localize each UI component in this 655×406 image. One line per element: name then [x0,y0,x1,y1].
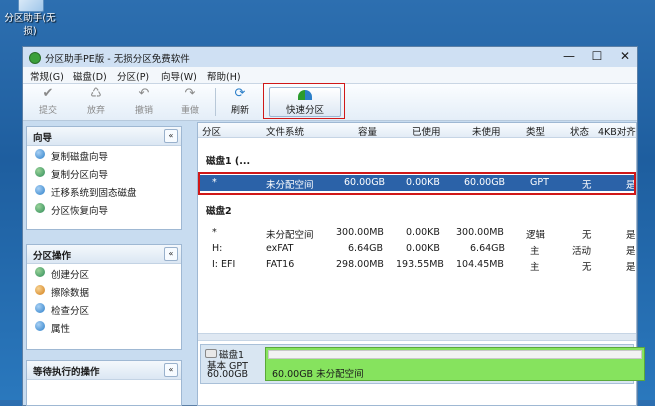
col-filesystem[interactable]: 文件系统 [266,124,304,138]
hard-disk-icon [205,349,217,358]
partition-ops-panel: 分区操作 « 创建分区 擦除数据 检查分区 属性 [26,244,182,350]
window-title: 分区助手PE版 - 无损分区免费软件 [45,54,190,65]
undo-button[interactable]: ↶ 撤销 [127,86,161,118]
discard-button[interactable]: ♺ 放弃 [79,86,113,118]
menu-bar: 常规(G) 磁盘(D) 分区(P) 向导(W) 帮助(H) [23,67,637,84]
selected-row-highlight [198,172,636,195]
refresh-icon: ⟳ [234,86,246,101]
col-4kb-aligned[interactable]: 4KB对齐 [598,124,636,138]
refresh-button[interactable]: ⟳ 刷新 [223,86,257,118]
copy-partition-icon [35,167,45,177]
minimize-button[interactable]: — [555,47,583,67]
menu-wizard[interactable]: 向导(W) [161,69,197,83]
col-used[interactable]: 已使用 [412,124,441,138]
disk-map-size: 60.00GB [207,369,249,380]
properties-icon [35,321,45,331]
usage-stripe [268,350,642,359]
undo-icon: ↶ [138,86,150,101]
table-row[interactable]: H: exFAT 6.64GB 0.00KB 6.64GB 主 活动 是 [198,241,636,257]
collapse-icon[interactable]: « [164,247,178,261]
partition-ops-panel-header: 分区操作 « [27,245,181,264]
redo-button[interactable]: ↷ 重做 [173,86,207,118]
disk2-label[interactable]: 磁盘2 [206,203,232,217]
discard-icon: ♺ [90,86,102,101]
op-wipe-data[interactable]: 擦除数据 [27,282,181,300]
disk-map: 磁盘1 基本 GPT 60.00GB 60.00GB 未分配空间 [200,344,645,384]
collapse-icon[interactable]: « [164,129,178,143]
col-partition[interactable]: 分区 [202,124,221,138]
partition-block-label: 60.00GB 未分配空间 [272,369,364,380]
submit-button[interactable]: ✔ 提交 [31,86,65,118]
pending-ops-panel-header: 等待执行的操作 « [27,361,181,380]
col-free[interactable]: 未使用 [472,124,501,138]
checkmark-icon: ✔ [42,86,54,101]
app-logo-icon [29,52,41,64]
col-type[interactable]: 类型 [526,124,545,138]
table-row[interactable]: I: EFI FAT16 298.00MB 193.55MB 104.45MB … [198,257,636,273]
table-row[interactable]: * 未分配空间 300.00MB 0.00KB 300.00MB 逻辑 无 是 [198,225,636,241]
disk1-label[interactable]: 磁盘1 (... [206,153,250,167]
menu-general[interactable]: 常规(G) [30,69,64,83]
partition-ops-panel-title: 分区操作 [33,251,72,262]
partition-assistant-icon [18,0,44,12]
menu-disk[interactable]: 磁盘(D) [73,69,107,83]
wizard-item-copy-partition[interactable]: 复制分区向导 [27,164,181,182]
wizard-panel-header: 向导 « [27,127,181,146]
migrate-os-icon [35,185,45,195]
quick-partition-icon [298,90,312,100]
wipe-data-icon [35,285,45,295]
pending-ops-panel: 等待执行的操作 « [26,360,182,406]
disk-map-info[interactable]: 磁盘1 基本 GPT 60.00GB [203,347,261,381]
partition-table-area: 分区 文件系统 容量 已使用 未使用 类型 状态 4KB对齐 磁盘1 (... … [197,122,645,406]
pane-splitter[interactable] [198,333,636,341]
close-button[interactable]: ✕ [611,47,639,67]
wizard-item-migrate-os[interactable]: 迁移系统到固态磁盘 [27,182,181,200]
desktop-shortcut[interactable]: 分区助手(无损) [0,0,60,40]
pending-ops-panel-title: 等待执行的操作 [33,367,100,378]
maximize-button[interactable]: ☐ [583,47,611,67]
wizard-panel-title: 向导 [33,133,53,144]
wizard-item-copy-disk[interactable]: 复制磁盘向导 [27,146,181,164]
quick-partition-highlight: 快速分区 [263,83,345,119]
partition-recovery-icon [35,203,45,213]
table-header: 分区 文件系统 容量 已使用 未使用 类型 状态 4KB对齐 [198,123,636,138]
menu-help[interactable]: 帮助(H) [207,69,241,83]
wizard-item-partition-recovery[interactable]: 分区恢复向导 [27,200,181,218]
desktop-shortcut-label: 分区助手(无损) [4,13,56,37]
col-capacity[interactable]: 容量 [358,124,377,138]
app-window: 分区助手PE版 - 无损分区免费软件 — ☐ ✕ 常规(G) 磁盘(D) 分区(… [22,46,645,406]
op-create-partition[interactable]: 创建分区 [27,264,181,282]
quick-partition-button[interactable]: 快速分区 [269,87,341,117]
copy-disk-icon [35,149,45,159]
check-partition-icon [35,303,45,313]
col-status[interactable]: 状态 [570,124,589,138]
wizard-panel: 向导 « 复制磁盘向导 复制分区向导 迁移系统到固态磁盘 分区恢复向导 [26,126,182,230]
create-partition-icon [35,267,45,277]
op-properties[interactable]: 属性 [27,318,181,336]
toolbar-separator [215,88,216,116]
redo-icon: ↷ [184,86,196,101]
title-bar: 分区助手PE版 - 无损分区免费软件 — ☐ ✕ [23,47,637,67]
op-check-partition[interactable]: 检查分区 [27,300,181,318]
menu-partition[interactable]: 分区(P) [117,69,149,83]
unallocated-partition-block[interactable]: 60.00GB 未分配空间 [265,347,645,381]
collapse-icon[interactable]: « [164,363,178,377]
toolbar: ✔ 提交 ♺ 放弃 ↶ 撤销 ↷ 重做 ⟳ 刷新 快速分区 [23,83,637,121]
